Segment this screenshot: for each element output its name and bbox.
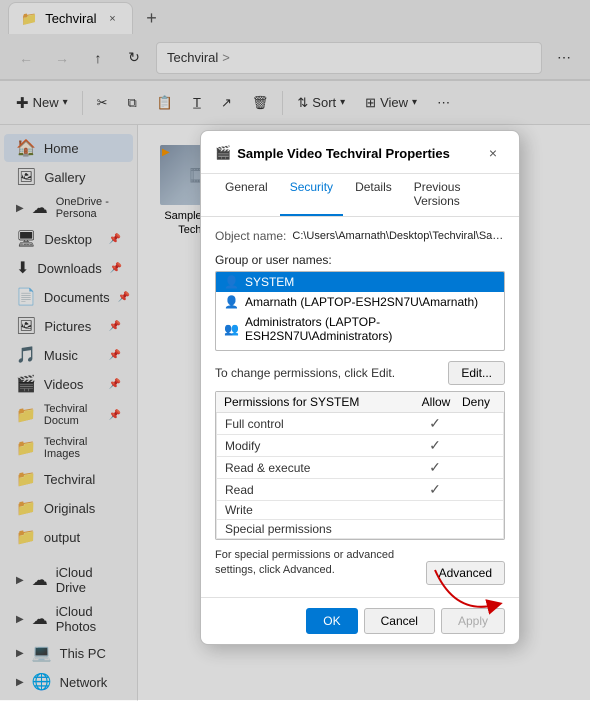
system-user-label: SYSTEM [245,275,294,289]
edit-btn[interactable]: Edit... [448,361,505,385]
properties-dialog: 🎬 Sample Video Techviral Properties × Ge… [200,130,520,645]
tab-general-label: General [225,180,268,194]
perm-row-fullcontrol: Full control ✓ [216,413,504,435]
dialog-footer: OK Cancel Apply [201,597,519,644]
amarnath-user-label: Amarnath (LAPTOP-ESH2SN7U\Amarnath) [245,295,478,309]
dialog-body: Object name: C:\Users\Amarnath\Desktop\T… [201,217,519,597]
perm-row-special: Special permissions [216,520,504,539]
tab-details[interactable]: Details [345,174,402,216]
dialog-title: 🎬 Sample Video Techviral Properties [215,145,450,161]
group-label: Group or user names: [215,253,505,267]
permissions-table-header: Permissions for SYSTEM Allow Deny [216,392,504,413]
perm-write-label: Write [225,503,415,517]
group-item-system[interactable]: 👤 SYSTEM [216,272,504,292]
perm-modify-label: Modify [225,439,415,453]
allow-col-header: Allow [416,395,456,409]
permissions-table: Permissions for SYSTEM Allow Deny Full c… [215,391,505,540]
group-item-amarnath[interactable]: 👤 Amarnath (LAPTOP-ESH2SN7U\Amarnath) [216,292,504,312]
advanced-note: For special permissions or advanced sett… [215,548,415,579]
object-name-label: Object name: [215,229,286,243]
apply-btn[interactable]: Apply [441,608,505,634]
perm-row-modify: Modify ✓ [216,435,504,457]
object-name-row: Object name: C:\Users\Amarnath\Desktop\T… [215,229,505,243]
administrators-label: Administrators (LAPTOP-ESH2SN7U\Administ… [245,315,496,343]
advanced-row: For special permissions or advanced sett… [215,548,505,585]
perm-full-control-allow: ✓ [415,415,455,432]
group-list[interactable]: 👤 SYSTEM 👤 Amarnath (LAPTOP-ESH2SN7U\Ama… [215,271,505,351]
perm-row-read: Read ✓ [216,479,504,501]
ok-btn[interactable]: OK [306,608,357,634]
tab-previous-versions-label: Previous Versions [414,180,461,208]
perm-change-row: To change permissions, click Edit. Edit.… [215,361,505,385]
object-name-value: C:\Users\Amarnath\Desktop\Techviral\Samp… [292,230,505,242]
dialog-title-icon: 🎬 [215,145,231,161]
cancel-btn[interactable]: Cancel [364,608,435,634]
perm-read-execute-label: Read & execute [225,461,415,475]
administrators-icon: 👥 [224,322,239,336]
group-item-administrators[interactable]: 👥 Administrators (LAPTOP-ESH2SN7U\Admini… [216,312,504,346]
perm-read-label: Read [225,483,415,497]
perm-change-label: To change permissions, click Edit. [215,366,395,380]
tab-security[interactable]: Security [280,174,343,216]
deny-col-header: Deny [456,395,496,409]
perm-read-execute-allow: ✓ [415,459,455,476]
dialog-titlebar: 🎬 Sample Video Techviral Properties × [201,131,519,174]
perm-row-read-execute: Read & execute ✓ [216,457,504,479]
perm-row-write: Write [216,501,504,520]
tab-security-label: Security [290,180,333,194]
dialog-title-text: Sample Video Techviral Properties [237,146,450,161]
dialog-tabs: General Security Details Previous Versio… [201,174,519,217]
perm-read-allow: ✓ [415,481,455,498]
amarnath-user-icon: 👤 [224,295,239,309]
tab-previous-versions[interactable]: Previous Versions [404,174,505,216]
tab-details-label: Details [355,180,392,194]
system-user-icon: 👤 [224,275,239,289]
perm-full-control-label: Full control [225,417,415,431]
tab-general[interactable]: General [215,174,278,216]
perm-header-label: Permissions for SYSTEM [224,395,416,409]
dialog-close-btn[interactable]: × [481,141,505,165]
perm-modify-allow: ✓ [415,437,455,454]
dialog-overlay: 🎬 Sample Video Techviral Properties × Ge… [0,0,590,700]
advanced-btn[interactable]: Advanced [426,561,505,585]
perm-special-label: Special permissions [225,522,415,536]
